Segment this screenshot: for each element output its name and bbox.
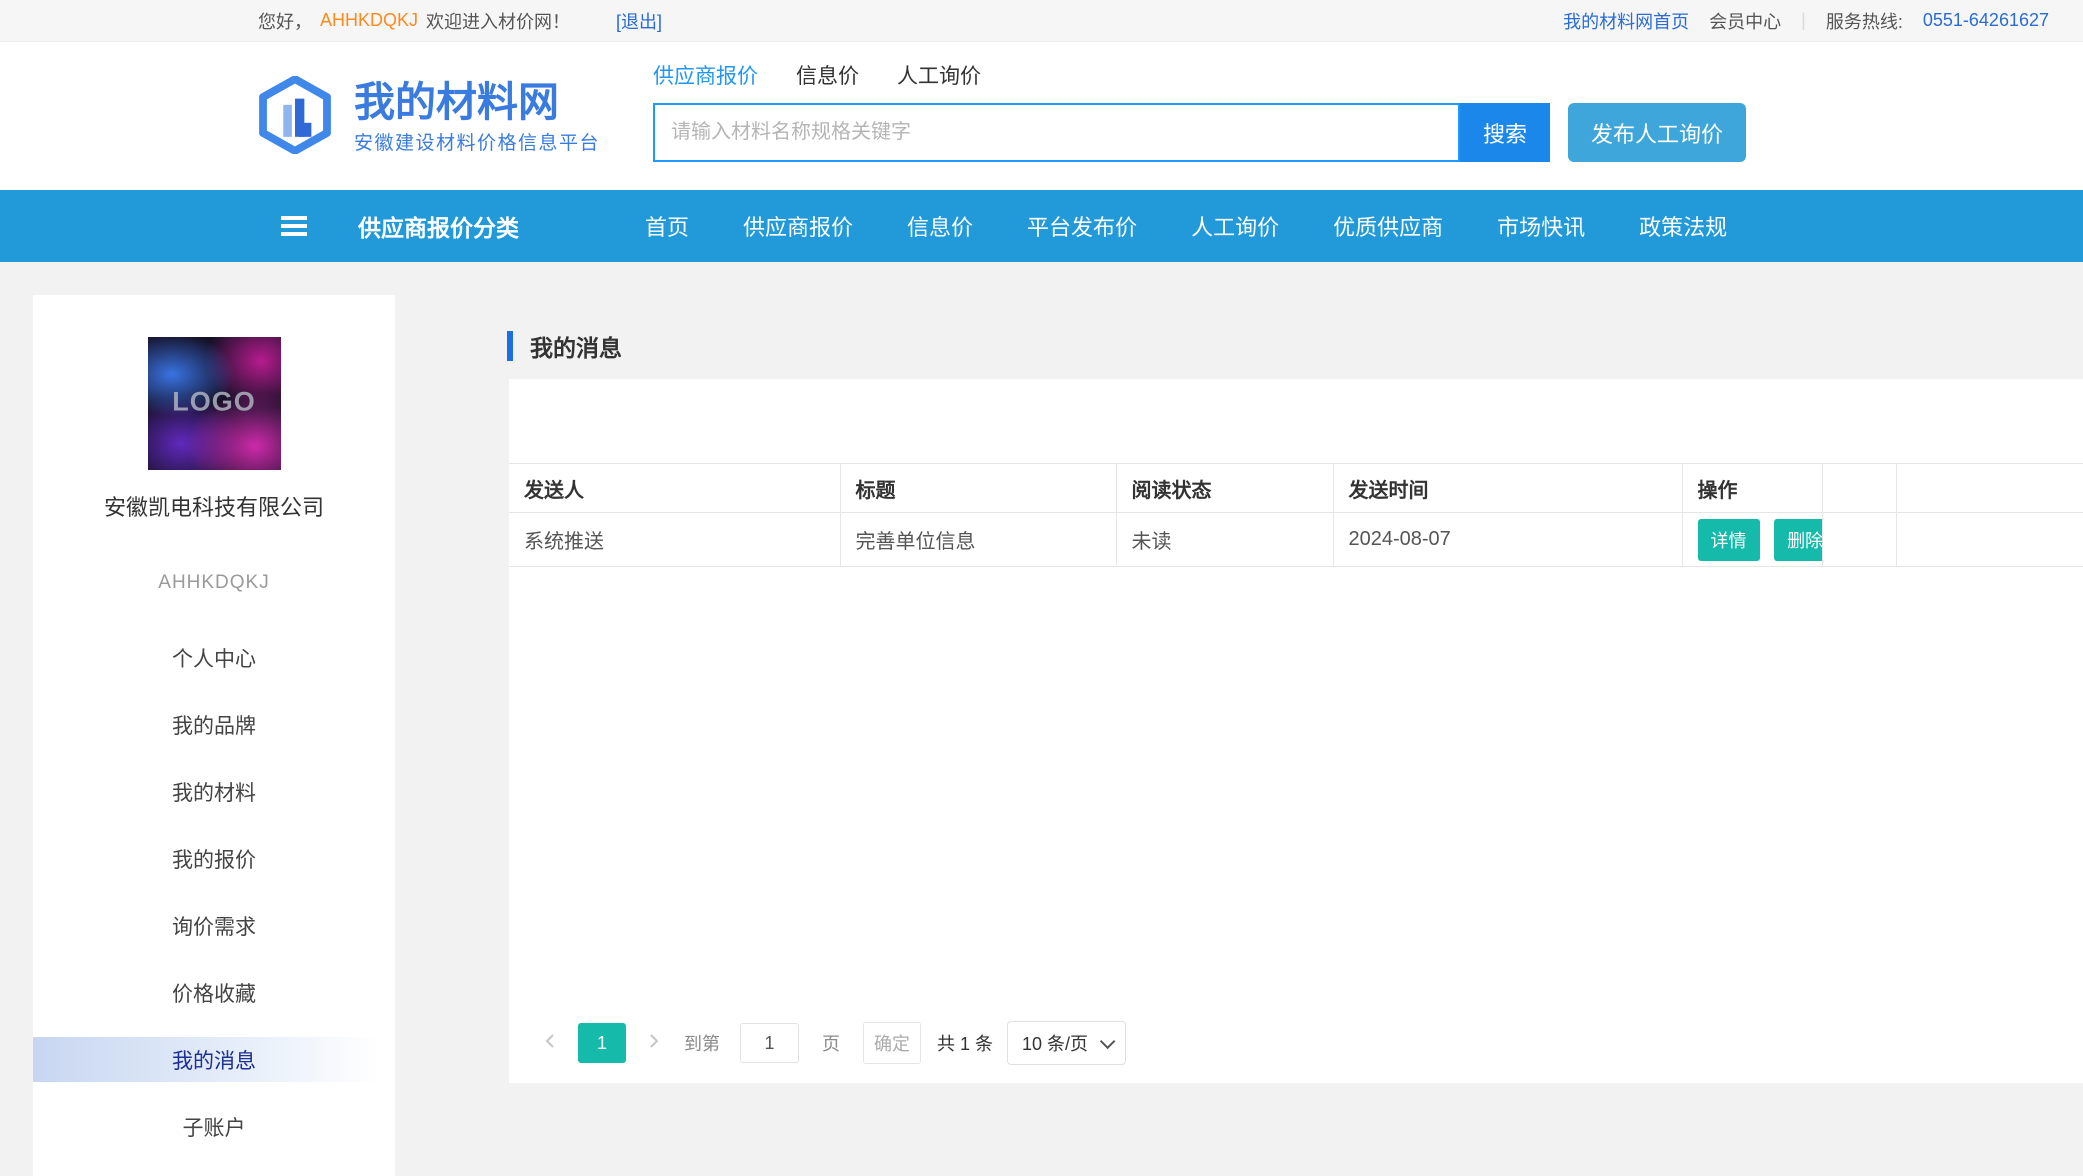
search-tab-manual-inquiry[interactable]: 人工询价 — [897, 60, 981, 90]
page-size-select[interactable]: 10 条/页 — [1007, 1021, 1127, 1065]
search-tab-supplier-quote[interactable]: 供应商报价 — [653, 60, 758, 90]
cell-send-time: 2024-08-07 — [1333, 512, 1683, 567]
col-header-sender: 发送人 — [509, 463, 841, 513]
detail-button[interactable]: 详情 — [1697, 518, 1760, 561]
col-header-title: 标题 — [840, 463, 1117, 513]
cell-title: 完善单位信息 — [840, 512, 1117, 567]
member-center-link[interactable]: 会员中心 — [1709, 8, 1781, 34]
chevron-left-icon — [543, 1032, 557, 1055]
nav-item-home[interactable]: 首页 — [618, 210, 716, 242]
col-header-read-status: 阅读状态 — [1116, 463, 1334, 513]
chevron-right-icon — [647, 1032, 661, 1055]
company-logo-image: LOGO — [147, 337, 281, 470]
nav-item-info-price[interactable]: 信息价 — [880, 210, 1000, 242]
site-logo-text: 我的材料网 安徽建设材料价格信息平台 — [354, 78, 601, 155]
search-row: 搜索 发布人工询价 — [653, 103, 1746, 162]
messages-table: 发送人 标题 阅读状态 发送时间 操作 系统推送 完善单位信息 未读 2024-… — [509, 463, 2083, 567]
col-header-spacer — [1822, 463, 1897, 513]
goto-confirm-button[interactable]: 确定 — [863, 1022, 921, 1064]
topbar-greeting: 您好， AHHKDQKJ 欢迎进入材价网！ [退出] — [258, 8, 662, 34]
col-header-actions: 操作 — [1682, 463, 1823, 513]
sidebar-item-my-brands[interactable]: 我的品牌 — [33, 702, 395, 747]
nav-item-supplier-quote[interactable]: 供应商报价 — [716, 210, 880, 242]
sidebar-item-price-favorites[interactable]: 价格收藏 — [33, 970, 395, 1015]
nav-item-quality-suppliers[interactable]: 优质供应商 — [1306, 210, 1470, 242]
cell-spacer — [1822, 512, 1897, 567]
sidebar-item-sub-accounts[interactable]: 子账户 — [33, 1104, 395, 1149]
site-subtitle: 安徽建设材料价格信息平台 — [354, 133, 601, 155]
greeting-suffix: 欢迎进入材价网！ — [426, 11, 571, 32]
current-page-button[interactable]: 1 — [578, 1023, 626, 1063]
greeting-prefix: 您好， — [258, 11, 312, 32]
account-code: AHHKDQKJ — [158, 572, 270, 593]
company-name: 安徽凯电科技有限公司 — [103, 495, 324, 520]
cell-sender: 系统推送 — [509, 512, 841, 567]
logout-link[interactable]: [退出] — [616, 8, 662, 34]
site-name: 我的材料网 — [354, 78, 559, 125]
hotline-number: 0551-64261627 — [1922, 10, 2049, 30]
search-tabs: 供应商报价 信息价 人工询价 — [653, 60, 1746, 90]
title-accent-bar — [507, 331, 513, 361]
sidebar-item-personal-center[interactable]: 个人中心 — [33, 635, 395, 680]
hamburger-icon[interactable] — [281, 216, 307, 240]
col-header-filler — [1896, 463, 2083, 513]
page-unit-label: 页 — [822, 1034, 840, 1054]
search-input[interactable] — [653, 103, 1460, 162]
topbar: 您好， AHHKDQKJ 欢迎进入材价网！ [退出] 我的材料网首页 会员中心 … — [0, 0, 2083, 42]
sidebar-item-my-quotes[interactable]: 我的报价 — [33, 836, 395, 881]
page: 您好， AHHKDQKJ 欢迎进入材价网！ [退出] 我的材料网首页 会员中心 … — [0, 0, 2083, 1176]
page-title: 我的消息 — [530, 335, 622, 361]
table-header-row: 发送人 标题 阅读状态 发送时间 操作 — [509, 463, 2083, 513]
site-logo-icon — [256, 75, 334, 159]
nav-item-platform-price[interactable]: 平台发布价 — [1000, 210, 1164, 242]
header: 我的材料网 安徽建设材料价格信息平台 供应商报价 信息价 人工询价 搜索 发布人… — [0, 42, 2083, 190]
company-logo-placeholder-text: LOGO — [172, 386, 256, 417]
topbar-username: AHHKDQKJ — [320, 10, 419, 30]
sidebar: LOGO 安徽凯电科技有限公司 AHHKDQKJ 个人中心 我的品牌 我的材料 … — [33, 295, 395, 1176]
page-size-value: 10 条/页 — [1022, 1034, 1089, 1054]
site-logo: 我的材料网 安徽建设材料价格信息平台 — [256, 75, 601, 159]
next-page-button[interactable] — [643, 1023, 665, 1063]
publish-inquiry-button[interactable]: 发布人工询价 — [1568, 103, 1746, 162]
table-row: 系统推送 完善单位信息 未读 2024-08-07 详情 删除 — [509, 512, 2083, 567]
chevron-down-icon — [1099, 1033, 1116, 1049]
col-header-send-time: 发送时间 — [1333, 463, 1683, 513]
topbar-divider: | — [1801, 10, 1806, 30]
sidebar-item-my-messages[interactable]: 我的消息 — [33, 1037, 395, 1082]
delete-button[interactable]: 删除 — [1774, 518, 1821, 561]
cell-filler — [1896, 512, 2083, 567]
goto-label: 到第 — [684, 1034, 720, 1054]
cell-read-status: 未读 — [1116, 512, 1334, 567]
nav-item-market-news[interactable]: 市场快讯 — [1470, 210, 1612, 242]
pagination: 1 到第 页 确定 共 1 条 10 条/页 — [539, 1021, 1127, 1065]
category-dropdown[interactable]: 供应商报价分类 — [358, 190, 519, 262]
search-button[interactable]: 搜索 — [1460, 103, 1550, 162]
sidebar-item-inquiry-demands[interactable]: 询价需求 — [33, 903, 395, 948]
search-tab-info-price[interactable]: 信息价 — [796, 60, 859, 90]
nav-links: 首页 供应商报价 信息价 平台发布价 人工询价 优质供应商 市场快讯 政策法规 — [618, 190, 1754, 262]
goto-page-input[interactable] — [740, 1023, 799, 1063]
nav-item-manual-inquiry[interactable]: 人工询价 — [1164, 210, 1306, 242]
page-title-row: 我的消息 — [507, 329, 622, 363]
sidebar-menu: 个人中心 我的品牌 我的材料 我的报价 询价需求 价格收藏 我的消息 子账户 — [33, 635, 395, 1149]
prev-page-button[interactable] — [539, 1023, 561, 1063]
messages-panel: 发送人 标题 阅读状态 发送时间 操作 系统推送 完善单位信息 未读 2024-… — [509, 379, 2083, 1083]
cell-actions: 详情 删除 — [1682, 512, 1823, 567]
nav-item-policies[interactable]: 政策法规 — [1612, 210, 1754, 242]
hotline-label: 服务热线: — [1825, 11, 1903, 32]
total-count-label: 共 1 条 — [937, 1034, 994, 1054]
search-area: 供应商报价 信息价 人工询价 搜索 发布人工询价 — [653, 42, 1746, 162]
sidebar-item-my-materials[interactable]: 我的材料 — [33, 769, 395, 814]
home-link[interactable]: 我的材料网首页 — [1563, 8, 1689, 34]
main-navbar: 供应商报价分类 首页 供应商报价 信息价 平台发布价 人工询价 优质供应商 市场… — [0, 190, 2083, 262]
topbar-links: 我的材料网首页 会员中心 | 服务热线: 0551-64261627 — [1563, 8, 2049, 34]
